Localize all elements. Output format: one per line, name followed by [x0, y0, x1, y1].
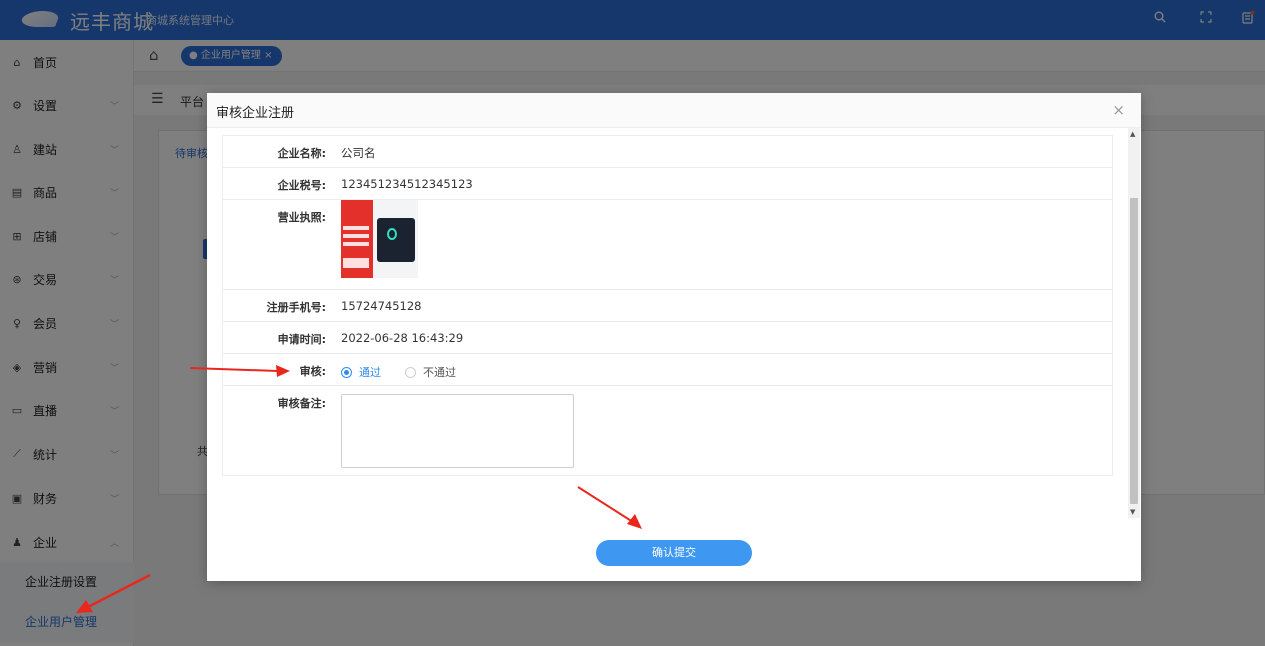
row-license: 营业执照:	[223, 200, 1112, 290]
radio-reject[interactable]: 不通过	[405, 364, 456, 380]
audit-label: 审核:	[299, 365, 326, 378]
modal-header: 审核企业注册 ×	[207, 93, 1141, 128]
audit-modal: 审核企业注册 × 企业名称: 公司名 企业税号: 123451234512345…	[207, 93, 1141, 581]
company-name-label: 企业名称:	[277, 147, 326, 160]
apply-time-label: 申请时间:	[277, 333, 326, 346]
license-image-left	[341, 200, 373, 278]
remark-textarea[interactable]	[341, 394, 574, 468]
apply-time-value: 2022-06-28 16:43:29	[341, 331, 464, 345]
submit-button[interactable]: 确认提交	[596, 540, 752, 566]
row-apply-time: 申请时间: 2022-06-28 16:43:29	[223, 322, 1112, 354]
remark-label: 审核备注:	[277, 397, 326, 410]
row-company-name: 企业名称: 公司名	[223, 136, 1112, 168]
modal-body: 企业名称: 公司名 企业税号: 123451234512345123 营业执照:	[207, 128, 1141, 518]
row-remark: 审核备注:	[223, 386, 1112, 476]
company-name-value: 公司名	[341, 146, 376, 160]
phone-value: 15724745128	[341, 299, 422, 313]
row-tax-no: 企业税号: 123451234512345123	[223, 168, 1112, 200]
scroll-thumb[interactable]	[1130, 198, 1138, 504]
radio-reject-label: 不通过	[423, 366, 456, 379]
license-label: 营业执照:	[277, 211, 326, 224]
tax-no-value: 123451234512345123	[341, 177, 473, 191]
close-icon[interactable]: ×	[1112, 101, 1125, 119]
row-phone: 注册手机号: 15724745128	[223, 290, 1112, 322]
phone-label: 注册手机号:	[266, 301, 326, 314]
modal-scrollbar[interactable]: ▲ ▼	[1128, 128, 1140, 518]
license-image-right	[373, 200, 418, 278]
tax-no-label: 企业税号:	[277, 179, 326, 192]
scroll-down-icon[interactable]: ▼	[1130, 508, 1135, 516]
radio-checked-icon	[341, 366, 352, 378]
scroll-up-icon[interactable]: ▲	[1130, 130, 1135, 138]
radio-unchecked-icon	[405, 366, 416, 378]
license-image[interactable]	[341, 200, 418, 278]
radio-pass-label: 通过	[359, 366, 381, 379]
modal-title: 审核企业注册	[216, 106, 295, 121]
audit-form: 企业名称: 公司名 企业税号: 123451234512345123 营业执照:	[222, 135, 1113, 476]
row-audit: 审核: 通过 不通过	[223, 354, 1112, 386]
radio-pass[interactable]: 通过	[341, 364, 381, 380]
